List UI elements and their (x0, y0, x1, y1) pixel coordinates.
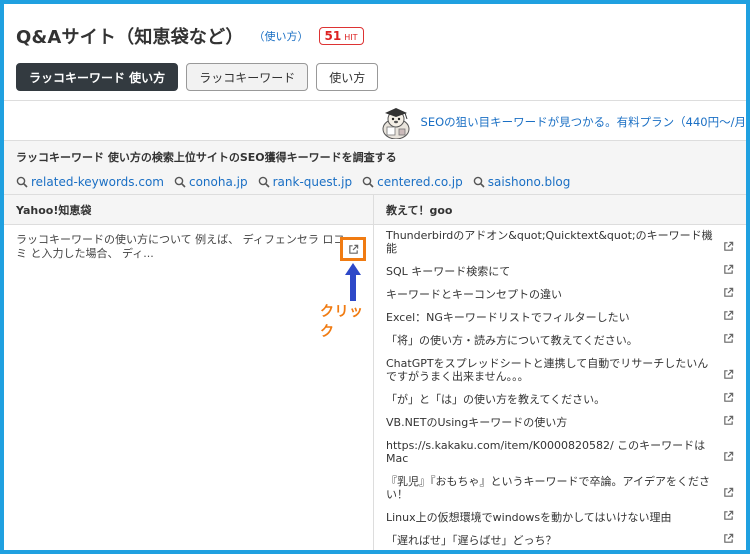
external-link-icon[interactable] (723, 487, 734, 498)
header-divider (4, 100, 746, 101)
goo-question-item[interactable]: VB.NETのUsingキーワードの使い方 (386, 415, 734, 429)
external-link-icon[interactable] (723, 333, 734, 344)
goo-question-item[interactable]: キーワードとキーコンセプトの違い (386, 287, 734, 301)
external-link[interactable] (723, 451, 734, 465)
goo-question-item[interactable]: 「将」の使い方・読み方について教えてください。 (386, 333, 734, 347)
goo-question-item[interactable]: 「が」と「は」の使い方を教えてください。 (386, 392, 734, 406)
promo-banner[interactable]: SEOの狙い目キーワードが見つかる。有料プラン（440円〜/月 (4, 104, 746, 140)
external-link-icon[interactable] (723, 510, 734, 521)
goo-question-text[interactable]: SQL キーワード検索にて (386, 265, 510, 278)
howto-link[interactable]: （使い方） (254, 28, 309, 44)
external-link[interactable] (723, 415, 734, 429)
external-link[interactable] (723, 533, 734, 547)
screenshot-frame: Q&Aサイト（知恵袋など） （使い方） 51 HIT ラッコキーワード 使い方 … (0, 0, 750, 554)
site-link[interactable]: related-keywords.com (16, 175, 164, 189)
goo-question-text[interactable]: VB.NETのUsingキーワードの使い方 (386, 416, 567, 429)
external-link[interactable] (723, 487, 734, 501)
external-link[interactable] (723, 392, 734, 406)
external-link-icon[interactable] (348, 244, 359, 255)
yahoo-column: Yahoo!知恵袋 ラッコキーワードの使い方について 例えば、 ディフェンセラ … (4, 195, 374, 550)
goo-question-text[interactable]: 「が」と「は」の使い方を教えてください。 (386, 393, 605, 406)
goo-question-text[interactable]: キーワードとキーコンセプトの違い (386, 288, 562, 301)
search-icon (174, 176, 186, 188)
external-link-icon[interactable] (723, 241, 734, 252)
title-row: Q&Aサイト（知恵袋など） （使い方） 51 HIT (16, 22, 734, 50)
external-link-icon[interactable] (723, 264, 734, 275)
external-link[interactable] (723, 333, 734, 347)
goo-question-item[interactable]: SQL キーワード検索にて (386, 264, 734, 278)
hit-count-badge: 51 HIT (318, 27, 364, 45)
goo-question-item[interactable]: Excel：NGキーワードリストでフィルターしたい (386, 310, 734, 324)
external-link-icon[interactable] (723, 451, 734, 462)
goo-question-item[interactable]: ChatGPTをスプレッドシートと連携して自動でリサーチしたいんですがうまく出来… (386, 357, 734, 383)
site-link[interactable]: centered.co.jp (362, 175, 463, 189)
goo-question-text[interactable]: 「将」の使い方・読み方について教えてください。 (386, 334, 638, 347)
site-link-label[interactable]: saishono.blog (488, 175, 571, 189)
search-icon (16, 176, 28, 188)
promo-text[interactable]: SEOの狙い目キーワードが見つかる。有料プラン（440円〜/月 (421, 114, 746, 130)
search-icon (258, 176, 270, 188)
keyword-buttons: ラッコキーワード 使い方 ラッコキーワード 使い方 (16, 63, 734, 91)
goo-question-text[interactable]: Excel：NGキーワードリストでフィルターしたい (386, 311, 630, 324)
page-title: Q&Aサイト（知恵袋など） (16, 27, 244, 48)
yahoo-column-header: Yahoo!知恵袋 (4, 195, 373, 225)
external-link[interactable] (723, 287, 734, 301)
external-link-icon[interactable] (723, 287, 734, 298)
seo-site-list: related-keywords.com conoha.jp rank-ques… (16, 175, 734, 189)
yahoo-question[interactable]: ラッコキーワードの使い方について 例えば、 ディフェンセラ ロコミ と入力した場… (4, 225, 364, 269)
goo-column-header: 教えて！goo (374, 195, 746, 225)
site-link-label[interactable]: rank-quest.jp (273, 175, 353, 189)
site-link[interactable]: saishono.blog (473, 175, 571, 189)
external-link-icon[interactable] (723, 369, 734, 380)
highlighted-external-link[interactable] (340, 237, 366, 261)
rakko-mascot-icon (382, 108, 410, 139)
search-icon (362, 176, 374, 188)
goo-question-item[interactable]: Thunderbirdのアドオン&quot;Quicktext&quot;のキー… (386, 229, 734, 255)
external-link[interactable] (723, 510, 734, 524)
external-link[interactable] (723, 369, 734, 383)
goo-question-item[interactable]: 『乳児』『おもちゃ』というキーワードで卒論。アイデアをください！ (386, 475, 734, 501)
goo-question-item[interactable]: 「遅ればせ」「遅らばせ」どっち？ (386, 533, 734, 547)
goo-question-text[interactable]: 『乳児』『おもちゃ』というキーワードで卒論。アイデアをください！ (386, 475, 710, 501)
goo-question-text[interactable]: https://s.kakaku.com/item/K0000820582/ こ… (386, 439, 705, 465)
qa-columns: Yahoo!知恵袋 ラッコキーワードの使い方について 例えば、 ディフェンセラ … (4, 195, 746, 550)
keyword-button-rakko[interactable]: ラッコキーワード (186, 63, 309, 91)
goo-column: 教えて！goo Thunderbirdのアドオン&quot;Quicktext&… (374, 195, 746, 550)
site-link-label[interactable]: related-keywords.com (31, 175, 164, 189)
external-link[interactable] (723, 241, 734, 255)
goo-question-item[interactable]: Linux上の仮想環境でwindowsを動かしてはいけない理由 (386, 510, 734, 524)
external-link[interactable] (723, 264, 734, 278)
arrow-up-icon (345, 263, 361, 301)
goo-question-text[interactable]: ChatGPTをスプレッドシートと連携して自動でリサーチしたいんですがうまく出来… (386, 357, 708, 383)
keyword-button-full[interactable]: ラッコキーワード 使い方 (16, 63, 179, 91)
external-link-icon[interactable] (723, 533, 734, 544)
external-link-icon[interactable] (723, 392, 734, 403)
goo-question-item[interactable]: https://s.kakaku.com/item/K0000820582/ こ… (386, 439, 734, 465)
keyword-button-howto[interactable]: 使い方 (316, 63, 379, 91)
external-link[interactable] (723, 310, 734, 324)
site-link-label[interactable]: conoha.jp (189, 175, 248, 189)
goo-question-list: Thunderbirdのアドオン&quot;Quicktext&quot;のキー… (374, 225, 746, 547)
goo-question-text[interactable]: Thunderbirdのアドオン&quot;Quicktext&quot;のキー… (386, 229, 713, 255)
seo-section-title: ラッコキーワード 使い方の検索上位サイトのSEO獲得キーワードを調査する (16, 151, 397, 164)
goo-question-text[interactable]: Linux上の仮想環境でwindowsを動かしてはいけない理由 (386, 511, 672, 524)
seo-section: ラッコキーワード 使い方の検索上位サイトのSEO獲得キーワードを調査する rel… (4, 140, 746, 195)
hit-count: 51 (324, 29, 342, 43)
site-link[interactable]: rank-quest.jp (258, 175, 353, 189)
external-link-icon[interactable] (723, 310, 734, 321)
site-link[interactable]: conoha.jp (174, 175, 248, 189)
click-annotation: クリック (320, 304, 364, 340)
search-icon (473, 176, 485, 188)
goo-question-text[interactable]: 「遅ればせ」「遅らばせ」どっち？ (386, 534, 557, 547)
site-link-label[interactable]: centered.co.jp (377, 175, 463, 189)
external-link-icon[interactable] (723, 415, 734, 426)
hit-label: HIT (344, 33, 358, 42)
page-header: Q&Aサイト（知恵袋など） （使い方） 51 HIT ラッコキーワード 使い方 … (4, 4, 746, 91)
